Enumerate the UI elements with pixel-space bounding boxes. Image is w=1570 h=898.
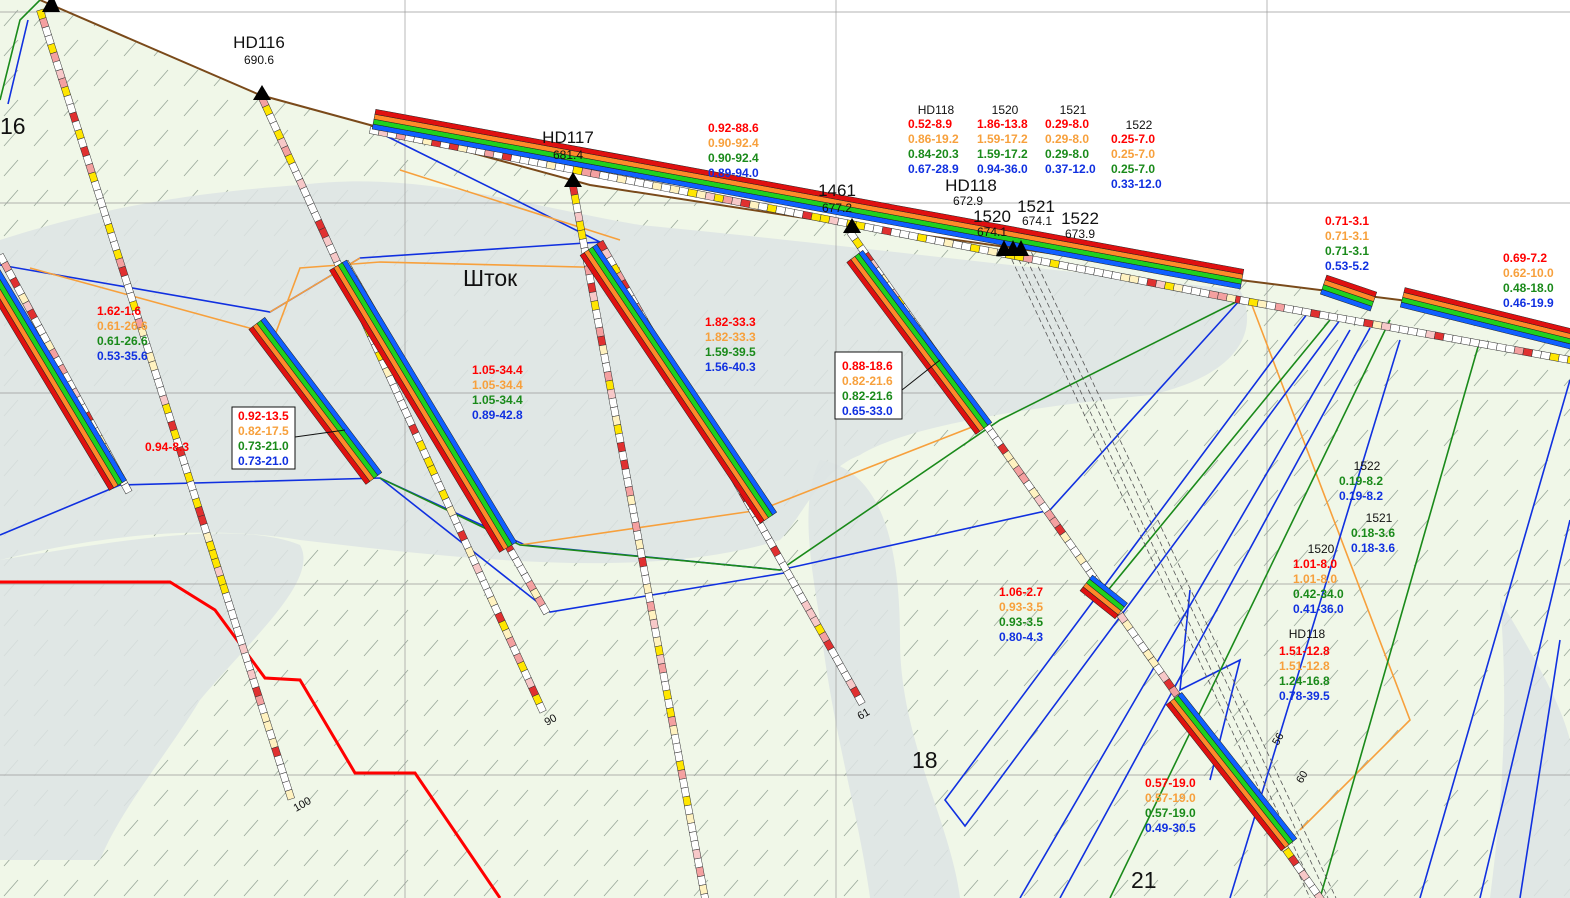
- grade-interval: 0.86-19.2: [908, 132, 959, 146]
- collar-id: 1461: [818, 181, 856, 200]
- collar-id: 1520: [973, 207, 1011, 226]
- interval-hole-id: HD118: [918, 103, 955, 117]
- grade-interval: 0.93-3.5: [999, 615, 1043, 629]
- grade-interval: 0.84-20.3: [908, 147, 959, 161]
- grade-interval: 1.05-34.4: [472, 393, 523, 407]
- grade-interval: 1.01-8.0: [1293, 557, 1337, 571]
- grade-interval: 0.90-92.4: [708, 136, 759, 150]
- grade-interval: 0.53-35.6: [97, 349, 148, 363]
- grade-interval: 1.01-8.0: [1293, 572, 1337, 586]
- grade-interval: 1.51-12.8: [1279, 644, 1330, 658]
- grade-interval: 0.94-36.0: [977, 162, 1028, 176]
- grade-interval: 0.25-7.0: [1111, 147, 1155, 161]
- collar-elev: 673.9: [1065, 227, 1095, 241]
- grade-interval: 0.19-8.2: [1339, 474, 1383, 488]
- grade-interval: 0.19-8.2: [1339, 489, 1383, 503]
- grade-interval: 1.59-39.5: [705, 345, 756, 359]
- grade-interval: 0.88-18.6: [842, 359, 893, 373]
- grade-interval: 1.59-17.2: [977, 132, 1028, 146]
- grade-interval: 0.61-26.6: [97, 334, 148, 348]
- interval-hole-id: HD118: [1289, 627, 1326, 641]
- grade-interval: 1.06-2.7: [999, 585, 1043, 599]
- grade-interval: 0.80-4.3: [999, 630, 1043, 644]
- interval-hole-id: 1520: [1308, 542, 1335, 556]
- collar-id: HD116: [233, 33, 285, 52]
- grade-interval: 0.52-8.9: [908, 117, 952, 131]
- interval-hole-id: 1521: [1366, 511, 1393, 525]
- grade-interval: 0.18-3.6: [1351, 541, 1395, 555]
- grade-interval: 0.49-30.5: [1145, 821, 1196, 835]
- grade-interval: 0.48-18.0: [1503, 281, 1554, 295]
- grade-interval: 1.56-40.3: [705, 360, 756, 374]
- grade-interval: 1.51-12.8: [1279, 659, 1330, 673]
- grade-interval: 0.57-19.0: [1145, 791, 1196, 805]
- grade-interval: 0.90-92.4: [708, 151, 759, 165]
- grade-interval: 0.42-34.0: [1293, 587, 1344, 601]
- collar-elev: 674.1: [1022, 214, 1052, 228]
- section-canvas: HD116 690.6 HD117 681.4 1461 677.2 HD118…: [0, 0, 1570, 898]
- grade-interval: 1.86-13.8: [977, 117, 1028, 131]
- grade-interval: 0.69-7.2: [1503, 251, 1547, 265]
- grade-interval: 0.53-5.2: [1325, 259, 1369, 273]
- grade-interval: 1.59-17.2: [977, 147, 1028, 161]
- grade-interval: 0.37-12.0: [1045, 162, 1096, 176]
- grade-interval: 0.57-19.0: [1145, 806, 1196, 820]
- grade-interval: 0.18-3.6: [1351, 526, 1395, 540]
- collar-elev: 681.4: [553, 148, 583, 162]
- grade-interval: 0.33-12.0: [1111, 177, 1162, 191]
- grade-interval: 0.29-8.0: [1045, 132, 1089, 146]
- grade-interval: 0.89-42.8: [472, 408, 523, 422]
- grade-interval: 1.82-33.3: [705, 315, 756, 329]
- grade-interval: 1.62-1.6: [97, 304, 141, 318]
- collar-elev: 674.1: [977, 225, 1007, 239]
- grade-interval: 0.73-21.0: [238, 454, 289, 468]
- grade-interval: 0.25-7.0: [1111, 132, 1155, 146]
- collar-elev: 690.6: [244, 53, 274, 67]
- geological-section: HD116 690.6 HD117 681.4 1461 677.2 HD118…: [0, 0, 1570, 898]
- zone-label-shtok: Шток: [463, 265, 518, 291]
- grade-interval: 0.82-17.5: [238, 424, 289, 438]
- grade-interval: 0.82-21.6: [842, 389, 893, 403]
- collar-id: HD118: [945, 176, 997, 195]
- grade-interval: 0.78-39.5: [1279, 689, 1330, 703]
- grade-interval: 0.46-19.9: [1503, 296, 1554, 310]
- interval-hole-id: 1522: [1126, 118, 1153, 132]
- grade-interval: 0.25-7.0: [1111, 162, 1155, 176]
- grade-interval: 0.89-94.0: [708, 166, 759, 180]
- interval-hole-id: 1520: [992, 103, 1019, 117]
- grade-interval: 0.92-88.6: [708, 121, 759, 135]
- grade-interval: 1.24-16.8: [1279, 674, 1330, 688]
- grade-interval: 0.29-8.0: [1045, 117, 1089, 131]
- grade-interval: 0.61-26.6: [97, 319, 148, 333]
- collar-elev: 672.9: [953, 194, 983, 208]
- zone-label-18: 18: [912, 747, 938, 773]
- zone-label-16: 16: [0, 113, 26, 139]
- collar-elev: 677.2: [822, 201, 852, 215]
- grade-interval: 1.05-34.4: [472, 363, 523, 377]
- grade-interval: 0.62-10.0: [1503, 266, 1554, 280]
- grade-interval: 0.92-13.5: [238, 409, 289, 423]
- grade-interval: 0.67-28.9: [908, 162, 959, 176]
- interval-hole-id: 1522: [1354, 459, 1381, 473]
- grade-interval: 0.29-8.0: [1045, 147, 1089, 161]
- grade-interval: 0.71-3.1: [1325, 244, 1369, 258]
- collar-id: HD117: [542, 128, 594, 147]
- grade-interval: 0.71-3.1: [1325, 229, 1369, 243]
- zone-label-21: 21: [1131, 867, 1157, 893]
- grade-interval: 1.82-33.3: [705, 330, 756, 344]
- grade-interval: 0.82-21.6: [842, 374, 893, 388]
- interval-hole-id: 1521: [1060, 103, 1087, 117]
- grade-interval: 0.73-21.0: [238, 439, 289, 453]
- grade-interval: 0.65-33.0: [842, 404, 893, 418]
- collar-id: 1522: [1061, 209, 1099, 228]
- grade-interval: 0.71-3.1: [1325, 214, 1369, 228]
- grade-interval: 0.57-19.0: [1145, 776, 1196, 790]
- grade-interval: 0.41-36.0: [1293, 602, 1344, 616]
- grade-interval: 1.05-34.4: [472, 378, 523, 392]
- grade-interval: 0.94-8.3: [145, 440, 189, 454]
- grade-interval: 0.93-3.5: [999, 600, 1043, 614]
